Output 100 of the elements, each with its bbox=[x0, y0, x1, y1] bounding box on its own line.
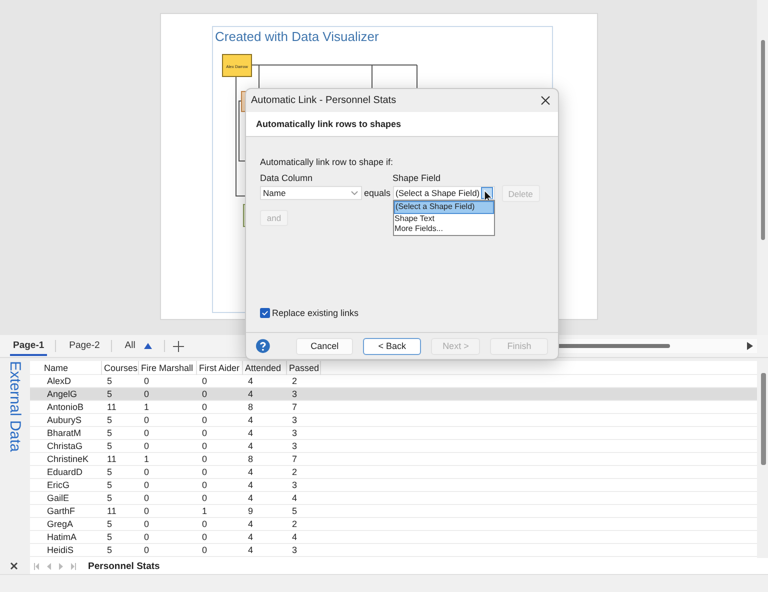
data-row[interactable]: HatimA 5 0 0 4 4 bbox=[30, 531, 757, 544]
table-cell-text: 4 bbox=[291, 493, 298, 503]
dropdown-option[interactable]: (Select a Shape Field) bbox=[394, 201, 494, 214]
caret-up-icon[interactable] bbox=[144, 343, 152, 349]
data-row[interactable]: EduardD 5 0 0 4 2 bbox=[30, 466, 757, 479]
dialog-button[interactable]: Cancel bbox=[296, 338, 354, 354]
page-tab[interactable]: Page-1 bbox=[10, 336, 48, 356]
table-cell-text: 0 bbox=[143, 389, 150, 399]
table-cell-text: 0 bbox=[143, 428, 150, 438]
column-header[interactable]: Fire Marshall bbox=[139, 361, 197, 375]
data-row[interactable]: AntonioB 11 1 0 8 7 bbox=[30, 401, 757, 414]
data-row[interactable]: ChristineK 11 1 0 8 7 bbox=[30, 453, 757, 466]
table-cell-text: 11 bbox=[106, 402, 118, 412]
table-cell-text: 4 bbox=[247, 376, 254, 386]
data-row[interactable]: HeidiS 5 0 0 4 3 bbox=[30, 544, 757, 557]
table-cell-text: 0 bbox=[201, 441, 208, 451]
table-cell-text: 5 bbox=[291, 506, 298, 516]
data-row[interactable]: EricG 5 0 0 4 3 bbox=[30, 479, 757, 492]
table-cell-text: 4 bbox=[247, 480, 254, 490]
shape-field-select[interactable]: (Select a Shape Field) bbox=[392, 186, 495, 200]
table-cell-text: 2 bbox=[291, 376, 298, 386]
table-cell-text: AntonioB bbox=[46, 402, 85, 412]
table-cell-text: 4 bbox=[247, 389, 254, 399]
data-row[interactable]: BharatM 5 0 0 4 3 bbox=[30, 427, 757, 440]
table-cell-text: 4 bbox=[247, 441, 254, 451]
table-cell-text: 0 bbox=[201, 480, 208, 490]
add-page-icon[interactable] bbox=[173, 340, 184, 352]
field-label: Data Column bbox=[260, 173, 314, 183]
table-cell-text: HatimA bbox=[46, 532, 78, 542]
data-row[interactable]: GregA 5 0 0 4 2 bbox=[30, 518, 757, 531]
dialog-button[interactable]: < Back bbox=[363, 338, 421, 354]
table-cell-text: 0 bbox=[143, 467, 150, 477]
column-header[interactable]: Passed bbox=[287, 361, 321, 375]
table-cell-text: 5 bbox=[106, 493, 114, 503]
data-row[interactable]: ChristaG 5 0 0 4 3 bbox=[30, 440, 757, 453]
page-tab[interactable]: Page-2 bbox=[66, 336, 103, 356]
table-cell-text: 2 bbox=[291, 467, 298, 477]
table-cell-text: 4 bbox=[247, 532, 254, 542]
table-cell-text: AngelG bbox=[46, 389, 78, 399]
dropdown-option[interactable]: Shape Text bbox=[394, 214, 494, 224]
table-cell-text: 1 bbox=[143, 402, 150, 412]
table-cell-text: 0 bbox=[201, 402, 208, 412]
table-cell-text: 5 bbox=[106, 441, 114, 451]
table-cell-text: 4 bbox=[247, 428, 254, 438]
table-cell-text: 5 bbox=[106, 519, 114, 529]
table-cell-text: 7 bbox=[291, 402, 298, 412]
data-row[interactable]: GailE 5 0 0 4 4 bbox=[30, 492, 757, 505]
help-icon[interactable] bbox=[256, 339, 270, 353]
table-cell-text: 5 bbox=[106, 480, 114, 490]
table-cell-text: 4 bbox=[247, 467, 254, 477]
table-cell-text: 5 bbox=[106, 389, 114, 399]
data-column-select[interactable]: Name bbox=[260, 186, 362, 200]
table-cell-text: 4 bbox=[247, 519, 254, 529]
table-cell-text: 5 bbox=[106, 415, 114, 425]
table-cell-text: 0 bbox=[143, 506, 150, 516]
table-cell-text: ChristineK bbox=[46, 454, 90, 464]
column-header[interactable]: Courses bbox=[102, 361, 139, 375]
table-cell-text: GailE bbox=[46, 493, 70, 503]
table-cell-text: 0 bbox=[143, 532, 150, 542]
page-list-button[interactable]: All bbox=[122, 336, 138, 356]
table-cell-text: 0 bbox=[201, 376, 208, 386]
table-cell-text: 11 bbox=[106, 506, 118, 516]
checkbox[interactable] bbox=[260, 308, 270, 318]
table-cell-text: 0 bbox=[201, 493, 208, 503]
column-header[interactable]: First Aider bbox=[197, 361, 243, 375]
table-cell-text: 5 bbox=[106, 532, 114, 542]
table-cell-text: 0 bbox=[143, 480, 150, 490]
table-cell-text: GarthF bbox=[46, 506, 76, 516]
column-header[interactable]: Name bbox=[42, 361, 102, 375]
data-row[interactable]: AngelG 5 0 0 4 3 bbox=[30, 388, 757, 401]
data-row[interactable]: AuburyS 5 0 0 4 3 bbox=[30, 414, 757, 427]
table-cell-text: 0 bbox=[201, 454, 208, 464]
scroll-right-icon[interactable] bbox=[747, 342, 753, 350]
close-icon[interactable] bbox=[541, 96, 550, 105]
close-icon[interactable] bbox=[10, 562, 18, 570]
table-cell-text: GregA bbox=[46, 519, 74, 529]
table-cell-text: 0 bbox=[201, 467, 208, 477]
panel-title: External Data bbox=[6, 360, 24, 454]
table-cell-text: 0 bbox=[143, 441, 150, 451]
diagram-title: Created with Data Visualizer bbox=[214, 28, 379, 44]
table-cell-text: AuburyS bbox=[46, 415, 83, 425]
instruction-text: Automatically link row to shape if: bbox=[260, 157, 394, 167]
sheet-tab[interactable]: Personnel Stats bbox=[88, 560, 160, 572]
dropdown-option[interactable]: More Fields... bbox=[394, 224, 494, 234]
table-cell-text: 0 bbox=[201, 545, 208, 555]
table-cell-text: 7 bbox=[291, 454, 298, 464]
table-cell-text: 4 bbox=[247, 415, 254, 425]
table-cell-text: 0 bbox=[143, 519, 150, 529]
field-label: Shape Field bbox=[392, 173, 442, 183]
table-cell-text: 4 bbox=[291, 532, 298, 542]
table-cell-text: 3 bbox=[291, 415, 298, 425]
operator-label: equals bbox=[363, 188, 392, 200]
table-cell-text: 5 bbox=[106, 376, 114, 386]
table-cell-text: 3 bbox=[291, 389, 298, 399]
data-row[interactable]: GarthF 11 0 1 9 5 bbox=[30, 505, 757, 518]
column-header[interactable]: Attended bbox=[243, 361, 287, 375]
table-cell-text: 0 bbox=[201, 428, 208, 438]
table-cell-text: 3 bbox=[291, 428, 298, 438]
table-cell-text: ChristaG bbox=[46, 441, 84, 451]
table-cell-text: 1 bbox=[201, 506, 208, 516]
